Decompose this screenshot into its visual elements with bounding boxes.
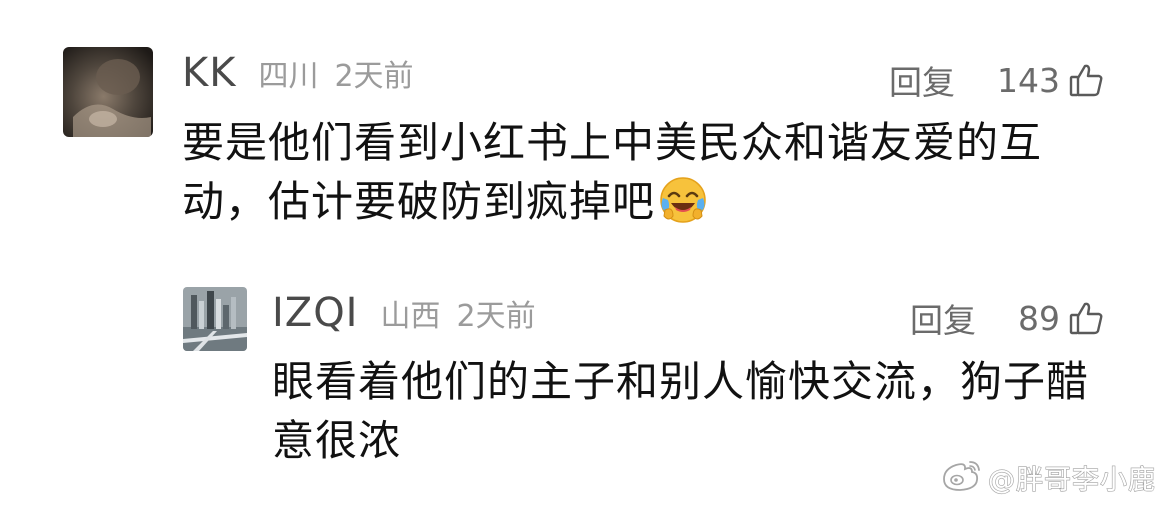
avatar[interactable] [183,287,247,351]
location: 四川 [258,59,319,94]
thumbs-up-icon[interactable] [1068,300,1104,336]
comment-item: KK 四川 2天前 回复 143 要是他们看到小红书上中美民众和谐友爱的互动，估… [0,0,1170,260]
weibo-icon [940,459,982,497]
timestamp: 2天前 [334,59,414,94]
comment-text: 要是他们看到小红书上中美民众和谐友爱的互动，估计要破防到疯掉吧 [182,113,1102,231]
comment-meta: IZQI 山西 2天前 [272,290,536,336]
location: 山西 [380,299,441,334]
watermark-text: @胖哥李小鹿 [987,464,1156,496]
comment-actions: 回复 89 [910,294,1104,342]
comment-body: 要是他们看到小红书上中美民众和谐友爱的互动，估计要破防到疯掉吧 [182,118,1043,226]
timestamp: 2天前 [456,299,536,334]
avatar[interactable] [63,47,153,137]
watermark: @胖哥李小鹿 [940,458,1156,497]
like-count: 89 [1018,298,1060,338]
reply-button[interactable]: 回复 [889,56,955,104]
reply-button[interactable]: 回复 [910,294,976,342]
username[interactable]: IZQI [272,290,358,336]
thumbs-up-icon[interactable] [1068,62,1104,98]
crying-laughing-emoji-icon [659,176,707,224]
comment-actions: 回复 143 [889,56,1104,104]
comment-body: 眼看着他们的主子和别人愉快交流，狗子醋意很浓 [272,357,1090,465]
like-count: 143 [997,60,1060,100]
comment-text: 眼看着他们的主子和别人愉快交流，狗子醋意很浓 [272,352,1092,470]
username[interactable]: KK [182,50,236,96]
comment-meta: KK 四川 2天前 [182,50,414,96]
